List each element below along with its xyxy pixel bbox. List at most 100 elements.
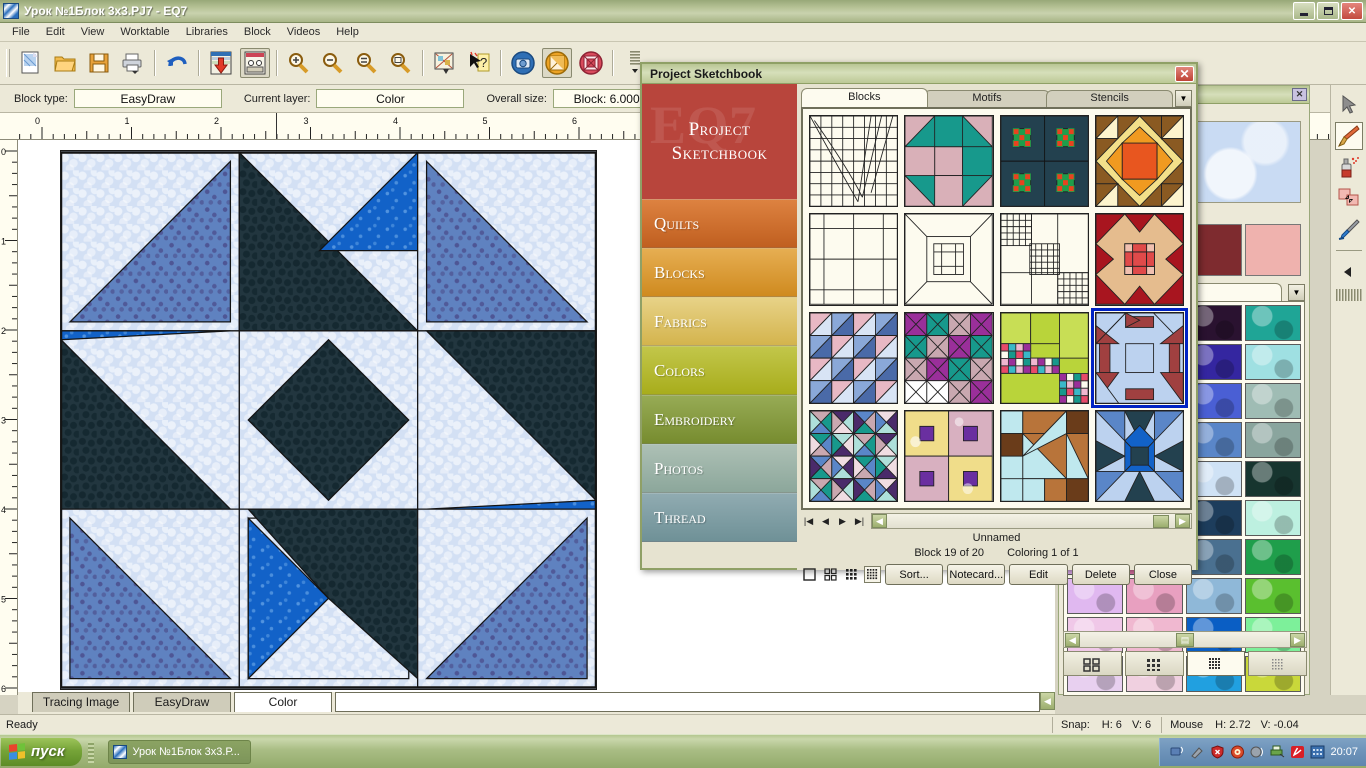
current-layer-value[interactable]: Color <box>316 89 465 108</box>
found-color-swatch[interactable] <box>1244 224 1301 276</box>
block-thumbnail-grid[interactable] <box>801 107 1192 510</box>
sketchbook-scroll-left-icon[interactable]: ◀ <box>872 514 887 528</box>
block-thumb-14[interactable] <box>904 409 994 502</box>
block-thumb-10[interactable] <box>904 311 994 404</box>
zoom-rectangle-icon[interactable] <box>386 48 416 78</box>
block-thumb-15[interactable] <box>999 409 1089 502</box>
block-thumb-12[interactable] <box>1090 307 1189 408</box>
sketchbook-scroll-right-icon[interactable]: ▶ <box>1175 514 1190 528</box>
fabric-swatch[interactable] <box>1244 422 1301 458</box>
zoom-in-icon[interactable] <box>284 48 314 78</box>
block-thumb-5[interactable] <box>809 213 899 306</box>
tab-motifs[interactable]: Motifs <box>923 90 1051 107</box>
block-thumb-1[interactable] <box>809 115 899 208</box>
fabric-swatch[interactable] <box>1244 344 1301 380</box>
view-medium-icon[interactable] <box>822 566 839 583</box>
restore-button[interactable] <box>1317 2 1339 20</box>
block-thumb-8[interactable] <box>1094 213 1184 306</box>
menu-videos[interactable]: Videos <box>279 24 328 40</box>
quilt-worktable-icon[interactable] <box>542 48 572 78</box>
sidebar-item-photos[interactable]: Photos <box>642 444 797 493</box>
eyedropper-tool-icon[interactable] <box>1335 215 1363 243</box>
fabric-swatch[interactable] <box>1244 461 1301 497</box>
block-thumb-6[interactable] <box>904 213 994 306</box>
palette-view-medium-icon[interactable] <box>1124 651 1184 676</box>
help-pointer-icon[interactable]: ? <box>464 48 494 78</box>
print-fabric-icon[interactable] <box>430 48 460 78</box>
tab-tracing-image[interactable]: Tracing Image <box>32 692 130 712</box>
taskbar-clock[interactable]: 20:07 <box>1330 746 1358 758</box>
notecard-button[interactable]: Notecard... <box>947 564 1006 585</box>
tab-color[interactable]: Color <box>234 692 332 712</box>
colors-tab-dropdown-icon[interactable]: ▼ <box>1288 284 1305 301</box>
sketchbook-tab-dropdown-icon[interactable]: ▼ <box>1175 90 1193 107</box>
menu-block[interactable]: Block <box>236 24 279 40</box>
block-thumb-4[interactable] <box>1094 115 1184 208</box>
undo-icon[interactable] <box>162 48 192 78</box>
fabric-swatch[interactable] <box>1244 539 1301 575</box>
tab-easydraw[interactable]: EasyDraw <box>133 692 231 712</box>
view-sketchbook-icon[interactable] <box>240 48 270 78</box>
block-worktable-icon[interactable] <box>576 48 606 78</box>
colors-panel-close-icon[interactable]: ✕ <box>1292 88 1307 101</box>
menu-help[interactable]: Help <box>328 24 367 40</box>
palette-scroll-left-icon[interactable]: ◀ <box>1065 632 1080 647</box>
menu-view[interactable]: View <box>73 24 113 40</box>
close-button[interactable]: ✕ <box>1341 2 1363 20</box>
palette-scroll-thumb[interactable]: ▤ <box>1176 632 1194 647</box>
nav-last-icon[interactable]: ▶| <box>852 514 867 529</box>
pointer-tool-icon[interactable] <box>1335 91 1363 119</box>
nav-first-icon[interactable]: |◀ <box>801 514 816 529</box>
block-thumb-7[interactable] <box>999 213 1089 306</box>
block-thumb-3[interactable] <box>999 115 1089 208</box>
tab-stencils[interactable]: Stencils <box>1046 90 1174 107</box>
toolbar-gripper[interactable] <box>6 49 10 77</box>
view-large-icon[interactable] <box>801 566 818 583</box>
spraycan-tool-icon[interactable] <box>1335 153 1363 181</box>
fit-to-window-icon[interactable] <box>352 48 382 78</box>
save-icon[interactable] <box>84 48 114 78</box>
add-to-sketchbook-icon[interactable] <box>206 48 236 78</box>
edit-button[interactable]: Edit <box>1009 564 1068 585</box>
taskbar-gripper[interactable] <box>88 740 95 763</box>
tools-gripper[interactable] <box>1335 289 1362 301</box>
block-thumb-9[interactable] <box>809 311 899 404</box>
palette-view-large-icon[interactable] <box>1063 651 1122 676</box>
nav-prev-icon[interactable]: ◀ <box>818 514 833 529</box>
view-tiny-icon[interactable] <box>864 566 881 583</box>
swap-fabric-tool-icon[interactable] <box>1335 184 1363 212</box>
paintbrush-tool-icon[interactable] <box>1334 122 1363 150</box>
minimize-button[interactable] <box>1293 2 1315 20</box>
sketchbook-close-icon[interactable]: ✕ <box>1175 65 1194 82</box>
palette-scroll-right-icon[interactable]: ▶ <box>1290 632 1305 647</box>
sidebar-item-embroidery[interactable]: Embroidery <box>642 395 797 444</box>
block-thumb-2[interactable] <box>904 115 994 208</box>
collapse-tool-icon[interactable] <box>1335 258 1363 286</box>
fabric-swatch[interactable] <box>1185 578 1242 614</box>
block-thumb-11[interactable] <box>999 311 1089 404</box>
new-project-icon[interactable] <box>16 48 46 78</box>
sidebar-item-colors[interactable]: Colors <box>642 346 797 395</box>
print-icon[interactable] <box>118 48 148 78</box>
block-type-value[interactable]: EasyDraw <box>73 89 222 108</box>
menu-worktable[interactable]: Worktable <box>112 24 177 40</box>
block-thumb-13[interactable] <box>809 409 899 502</box>
sort-button[interactable]: Sort... <box>885 564 944 585</box>
block-thumb-16[interactable] <box>1094 409 1184 502</box>
sidebar-item-blocks[interactable]: Blocks <box>642 248 797 297</box>
layer-scroll-left-icon[interactable]: ◀ <box>1040 692 1055 710</box>
delete-button[interactable]: Delete <box>1071 564 1130 585</box>
fabric-swatch[interactable] <box>1244 578 1301 614</box>
zoom-out-icon[interactable] <box>318 48 348 78</box>
view-small-icon[interactable] <box>843 566 860 583</box>
taskbar-window-button[interactable]: Урок №1Блок 3х3.Р... <box>108 739 251 764</box>
menu-edit[interactable]: Edit <box>38 24 73 40</box>
sidebar-item-quilts[interactable]: Quilts <box>642 199 797 248</box>
fabric-swatch[interactable] <box>1244 383 1301 419</box>
palette-horizontal-scrollbar[interactable]: ◀ ▤ ▶ <box>1063 631 1307 648</box>
sketchbook-scroll-thumb[interactable] <box>1153 514 1169 528</box>
menu-file[interactable]: File <box>4 24 38 40</box>
open-folder-icon[interactable] <box>50 48 80 78</box>
sidebar-item-thread[interactable]: Thread <box>642 493 797 542</box>
sketchbook-close-button[interactable]: Close <box>1133 564 1193 585</box>
